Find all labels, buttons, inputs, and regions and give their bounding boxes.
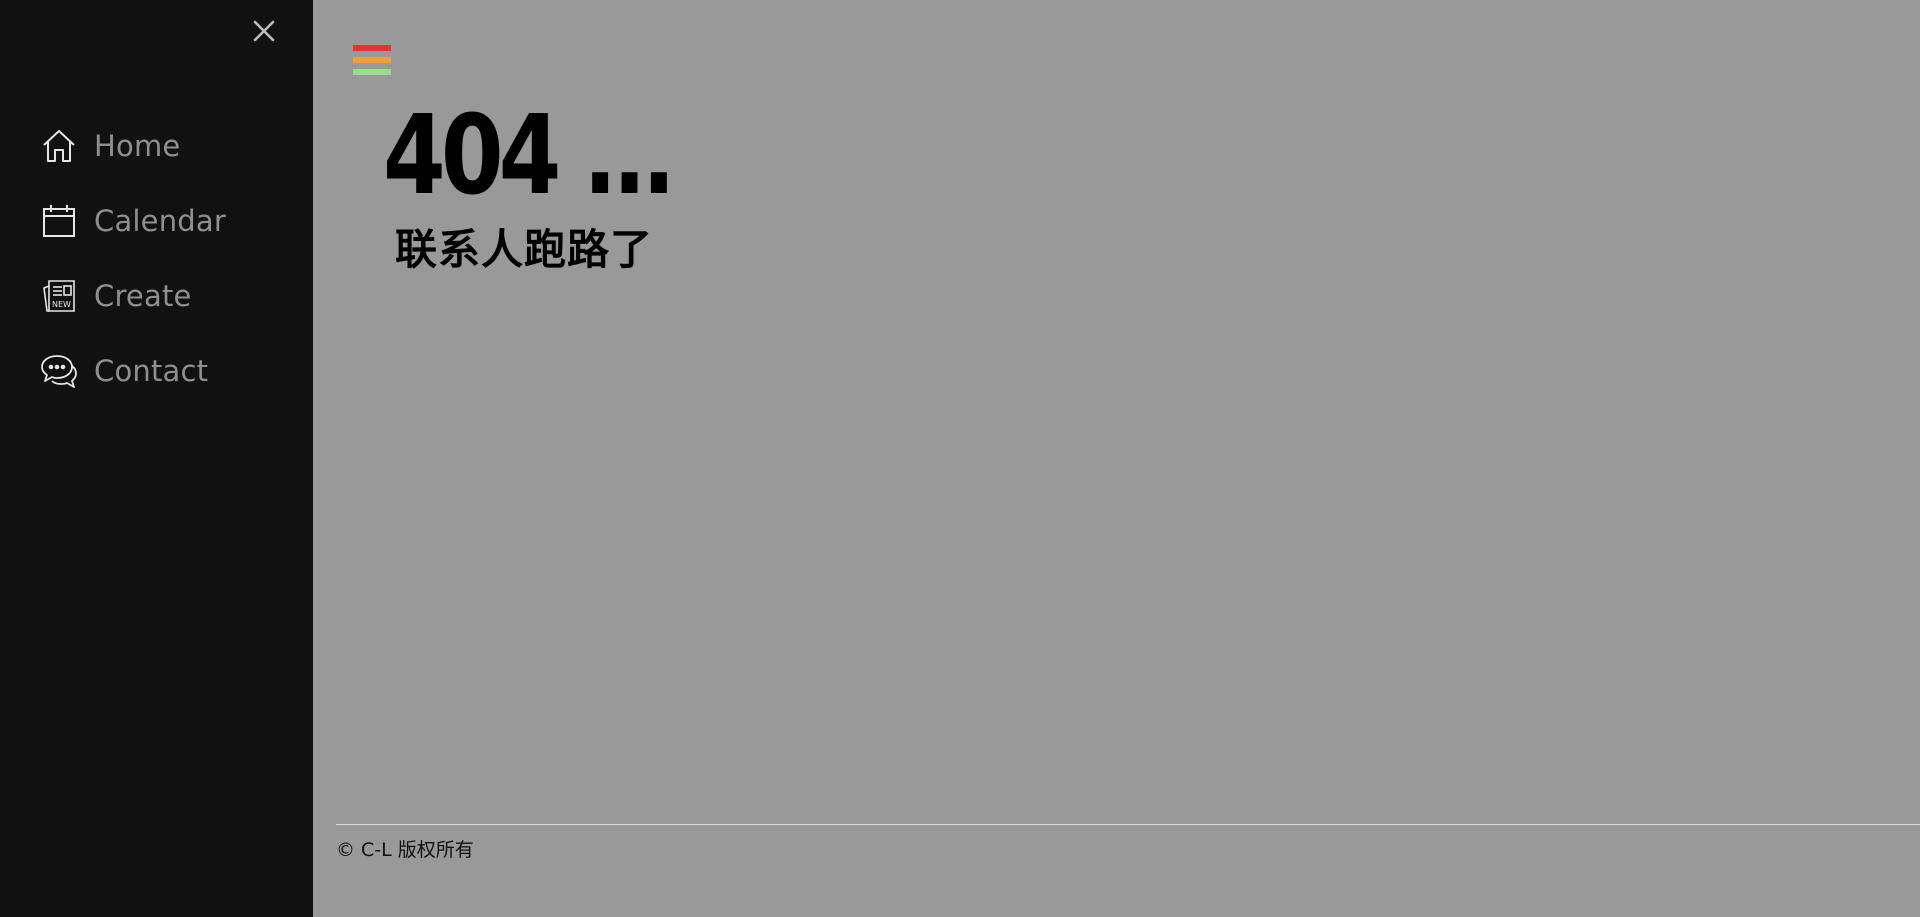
svg-text:NEW: NEW	[52, 300, 71, 309]
sidebar-item-home[interactable]: Home	[0, 108, 313, 183]
sidebar-item-label: Create	[94, 278, 192, 313]
error-message: 联系人跑路了	[395, 225, 654, 274]
newspaper-icon: NEW	[40, 277, 78, 315]
sidebar-item-calendar[interactable]: Calendar	[0, 183, 313, 258]
footer-divider	[336, 824, 1920, 825]
sidebar-item-create[interactable]: NEW Create	[0, 258, 313, 333]
home-icon	[40, 127, 78, 165]
sidebar-item-contact[interactable]: Contact	[0, 333, 313, 408]
hamburger-icon[interactable]	[353, 45, 391, 77]
error-code-heading: 404 ...	[383, 91, 676, 219]
calendar-icon	[40, 202, 78, 240]
main-content: 404 ... 联系人跑路了 © C-L 版权所有	[313, 0, 1920, 917]
sidebar-item-label: Calendar	[94, 203, 227, 238]
sidebar: Home Calendar NEW Create Contact	[0, 0, 313, 917]
sidebar-item-label: Home	[94, 128, 181, 163]
close-icon	[253, 20, 275, 42]
menu-bar-red	[353, 45, 391, 51]
close-sidebar-button[interactable]	[247, 14, 281, 48]
chat-bubbles-icon	[40, 352, 78, 390]
footer-copyright: © C-L 版权所有	[336, 839, 474, 861]
sidebar-item-label: Contact	[94, 353, 209, 388]
sidebar-nav: Home Calendar NEW Create Contact	[0, 108, 313, 408]
menu-bar-green	[353, 69, 391, 75]
menu-bar-orange	[353, 57, 391, 63]
